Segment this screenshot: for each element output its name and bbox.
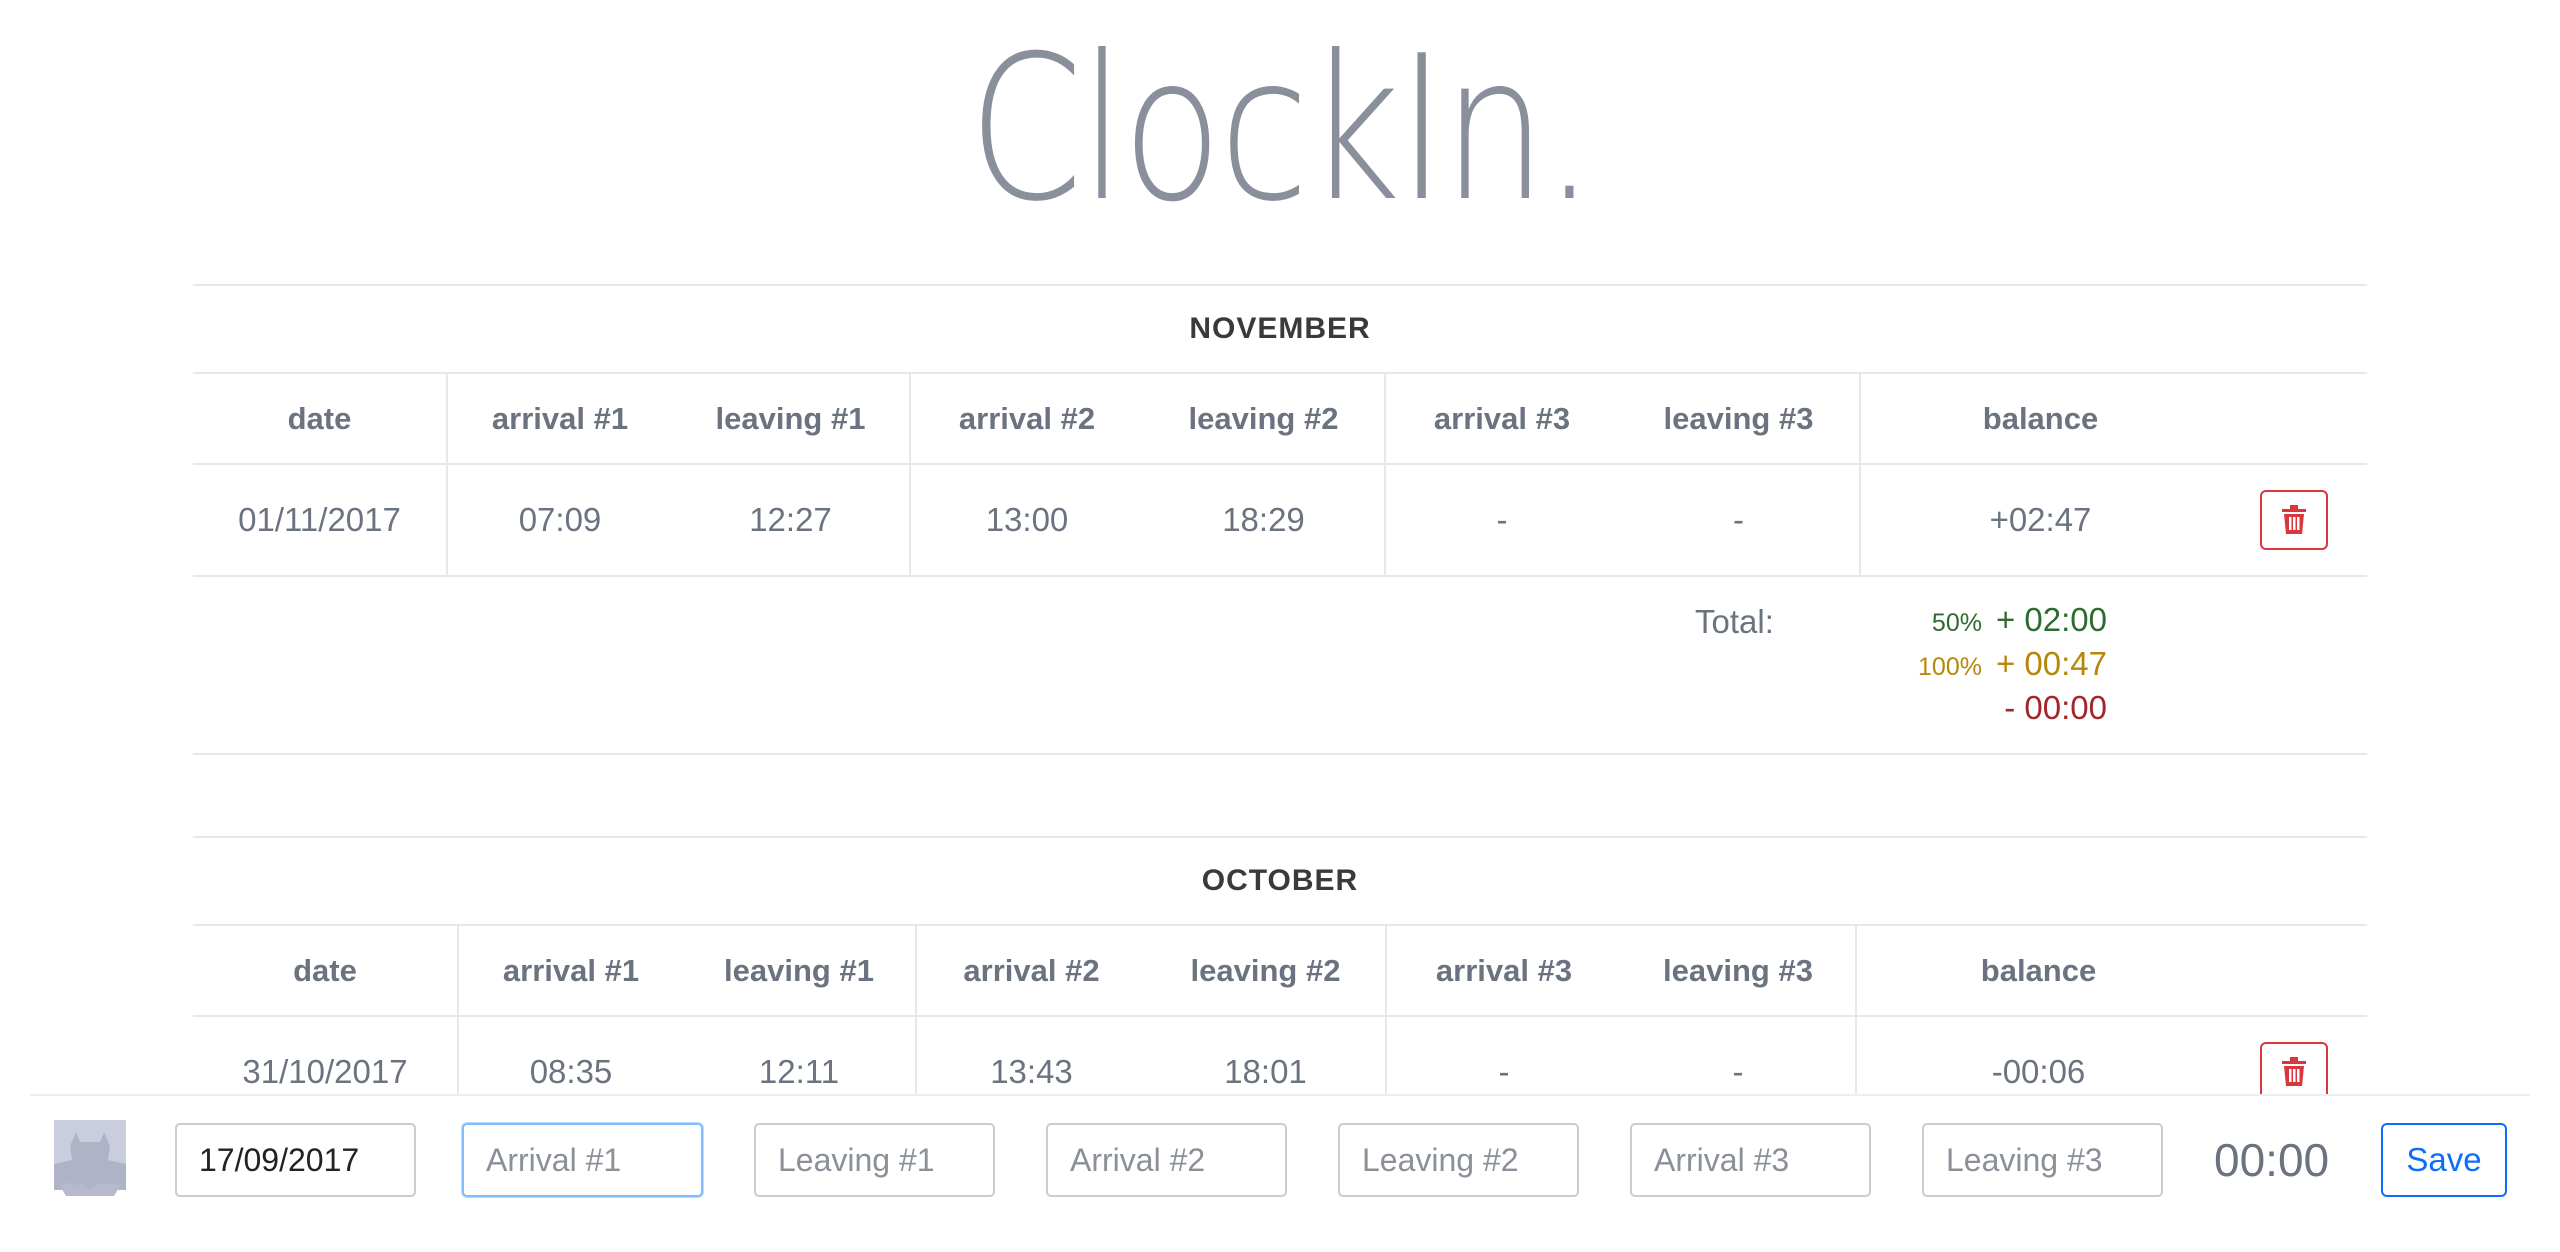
- arrival-1-input[interactable]: [462, 1123, 703, 1197]
- col-header-arrival-2: arrival #2: [910, 374, 1143, 465]
- batman-avatar-icon: [54, 1120, 126, 1198]
- save-button[interactable]: Save: [2381, 1123, 2507, 1197]
- time-table: date arrival #1 leaving #1 arrival #2 le…: [193, 374, 2367, 577]
- total-50-value: + 02:00: [1995, 601, 2107, 638]
- total-100-pct-label: 100%: [1918, 653, 1982, 681]
- col-header-balance: balance: [1860, 374, 2220, 465]
- cell-arrival-2: 13:00: [910, 464, 1143, 577]
- cell-date: 01/11/2017: [193, 464, 448, 577]
- table-header-row: date arrival #1 leaving #1 arrival #2 le…: [193, 926, 2367, 1017]
- total-100-value: + 00:47: [1995, 645, 2107, 682]
- leaving-1-input[interactable]: [754, 1123, 995, 1197]
- delete-row-button[interactable]: [2259, 1042, 2328, 1102]
- leaving-2-input[interactable]: [1338, 1123, 1579, 1197]
- col-header-actions: [2220, 374, 2367, 465]
- col-header-leaving-2: leaving #2: [1143, 374, 1386, 465]
- month-header: OCTOBER: [193, 836, 2367, 926]
- total-negative: - 00:00: [2004, 689, 2107, 726]
- cell-leaving-3: -: [1618, 464, 1861, 577]
- total-label: Total:: [1695, 603, 1774, 640]
- cell-actions: [2220, 464, 2367, 577]
- col-header-arrival-3: arrival #3: [1386, 926, 1621, 1017]
- col-header-arrival-1: arrival #1: [458, 926, 683, 1017]
- col-header-actions: [2220, 926, 2367, 1017]
- table-row: 01/11/2017 07:09 12:27 13:00 18:29 - - +…: [193, 464, 2367, 577]
- page: ClockIn. NOVEMBER date arrival #1 leavin…: [0, 0, 2560, 1252]
- delete-row-button[interactable]: [2259, 490, 2328, 550]
- col-header-date: date: [193, 374, 448, 465]
- col-header-leaving-1: leaving #1: [683, 926, 917, 1017]
- month-section-october: OCTOBER date arrival #1 leaving #1 arriv…: [193, 836, 2367, 1129]
- total-row: Total: 50% + 02:00 100% + 00:47 - 00:00: [193, 577, 2367, 755]
- col-header-arrival-3: arrival #3: [1385, 374, 1618, 465]
- trash-icon: [2281, 1057, 2306, 1086]
- col-header-arrival-1: arrival #1: [447, 374, 672, 465]
- leaving-3-input[interactable]: [1922, 1123, 2163, 1197]
- arrival-2-input[interactable]: [1046, 1123, 1287, 1197]
- total-50-percent: 50% + 02:00: [1932, 601, 2107, 639]
- total-50-pct-label: 50%: [1931, 609, 1982, 637]
- month-header: NOVEMBER: [193, 284, 2367, 374]
- col-header-arrival-2: arrival #2: [916, 926, 1146, 1017]
- col-header-leaving-2: leaving #2: [1146, 926, 1387, 1017]
- col-header-leaving-3: leaving #3: [1621, 926, 1857, 1017]
- col-header-leaving-1: leaving #1: [672, 374, 911, 465]
- app-title: ClockIn.: [968, 13, 1595, 246]
- date-input[interactable]: [175, 1123, 416, 1197]
- total-100-percent: 100% + 00:47: [1918, 645, 2107, 683]
- col-header-date: date: [193, 926, 459, 1017]
- col-header-leaving-3: leaving #3: [1618, 374, 1861, 465]
- col-header-balance: balance: [1856, 926, 2220, 1017]
- table-header-row: date arrival #1 leaving #1 arrival #2 le…: [193, 374, 2367, 465]
- cell-arrival-3: -: [1385, 464, 1618, 577]
- balance-timer: 00:00: [2214, 1134, 2330, 1186]
- month-section-november: NOVEMBER date arrival #1 leaving #1 arri…: [193, 284, 2367, 755]
- trash-icon: [2281, 505, 2306, 534]
- cell-leaving-2: 18:29: [1143, 464, 1386, 577]
- cell-arrival-1: 07:09: [447, 464, 672, 577]
- cell-balance: +02:47: [1860, 464, 2220, 577]
- arrival-3-input[interactable]: [1630, 1123, 1871, 1197]
- entry-bar: 00:00 Save: [30, 1094, 2530, 1252]
- cell-leaving-1: 12:27: [672, 464, 911, 577]
